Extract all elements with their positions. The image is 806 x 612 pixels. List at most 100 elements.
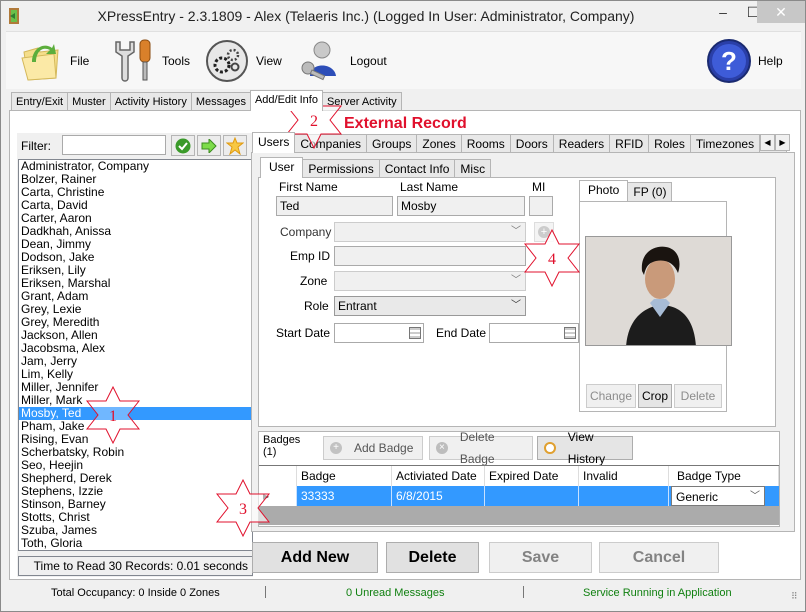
save-button[interactable]: Save [489, 542, 592, 573]
toolbar: File Tools View Logout ? Help [6, 31, 801, 89]
list-item[interactable]: Toth, Gloria [19, 537, 252, 550]
filter-input[interactable] [62, 135, 166, 155]
add-new-button[interactable]: Add New [252, 542, 378, 573]
badge-activated-date[interactable]: 6/8/2015 [392, 486, 485, 506]
logout-button[interactable]: Logout [298, 32, 387, 90]
badge-number[interactable]: 33333 [297, 486, 392, 506]
tab-user[interactable]: User [260, 157, 304, 178]
help-button[interactable]: ? Help [706, 32, 783, 90]
tab-scroll-left-button[interactable]: ◀ [760, 134, 775, 151]
apply-filter-button[interactable] [171, 135, 195, 156]
col-expired-date[interactable]: Expired Date [485, 466, 579, 486]
delete-button[interactable]: Delete [386, 542, 479, 573]
tab-messages[interactable]: Messages [190, 92, 251, 111]
grid-header: Badge Activiated Date Expired Date Inval… [259, 466, 779, 486]
unread-messages-status[interactable]: 0 Unread Messages [346, 587, 444, 599]
annotation-star-1: 1 [85, 386, 141, 444]
photo-tab-bar: Photo FP (0) [579, 180, 673, 201]
tab-roles[interactable]: Roles [648, 134, 691, 153]
tools-icon [115, 39, 151, 82]
delete-badge-button[interactable]: × Delete Badge [429, 430, 533, 466]
clear-star-icon [226, 136, 244, 155]
resize-grip-icon[interactable]: ⠿ [791, 591, 798, 602]
role-dropdown[interactable]: Entrant ﹀ [334, 296, 526, 316]
add-badge-button[interactable]: + Add Badge [323, 436, 423, 460]
start-date-picker[interactable] [334, 323, 424, 343]
col-badge-type[interactable]: Badge Type [669, 466, 779, 486]
chevron-down-icon: ﹀ [511, 300, 521, 311]
user-form: First Name Ted Last Name Mosby MI Compan… [258, 177, 776, 427]
tab-fingerprint[interactable]: FP (0) [627, 182, 673, 201]
tab-groups[interactable]: Groups [366, 134, 418, 153]
calendar-icon [409, 327, 421, 339]
col-activated-date[interactable]: Activiated Date [392, 466, 485, 486]
role-label: Role [304, 299, 329, 313]
tab-add-edit-info[interactable]: Add/Edit Info [249, 90, 323, 111]
photo-panel: Change Crop Delete [579, 201, 732, 412]
crop-photo-button[interactable]: Crop [638, 384, 672, 408]
clear-filter-button[interactable] [223, 135, 247, 156]
last-name-label: Last Name [400, 180, 459, 194]
delete-photo-button[interactable]: Delete [674, 384, 722, 408]
table-row[interactable]: ▸ 33333 6/8/2015 Generic ﹀ [259, 486, 779, 506]
check-icon [175, 138, 191, 153]
delete-badge-label: Delete Badge [459, 430, 495, 466]
view-menu-button[interactable]: View [204, 32, 282, 90]
minimize-button[interactable]: ‒ [707, 1, 739, 23]
tab-permissions[interactable]: Permissions [302, 159, 380, 178]
col-badge[interactable]: Badge [297, 466, 392, 486]
read-status: Time to Read 30 Records: 0.01 seconds [18, 556, 253, 576]
add-badge-label: Add Badge [354, 441, 414, 455]
col-invalid[interactable]: Invalid [579, 466, 669, 486]
first-name-field[interactable]: Ted [276, 196, 393, 216]
tab-zones[interactable]: Zones [416, 134, 462, 153]
badge-type-dropdown[interactable]: Generic ﹀ [671, 486, 765, 506]
next-button[interactable] [197, 135, 221, 156]
file-menu-button[interactable]: File [18, 32, 89, 90]
emp-id-field[interactable] [334, 246, 526, 266]
tab-users[interactable]: Users [252, 132, 296, 153]
tools-menu-button[interactable]: Tools [110, 32, 190, 90]
chevron-down-icon: ﹀ [511, 275, 521, 286]
occupancy-status: Total Occupancy: 0 Inside 0 Zones [51, 587, 220, 599]
zone-label: Zone [300, 274, 328, 288]
tab-photo[interactable]: Photo [579, 180, 629, 201]
cancel-button[interactable]: Cancel [599, 542, 719, 573]
tab-timezones[interactable]: Timezones [689, 134, 761, 153]
tab-misc[interactable]: Misc [454, 159, 492, 178]
change-photo-button[interactable]: Change [586, 384, 636, 408]
badge-invalid[interactable] [579, 486, 669, 506]
help-label: Help [758, 54, 783, 68]
tab-scroll-right-button[interactable]: ▶ [775, 134, 790, 151]
gears-icon [206, 40, 248, 82]
logout-label: Logout [350, 54, 387, 68]
user-key-icon [301, 41, 336, 81]
view-history-label: View History [567, 430, 606, 466]
tab-rooms[interactable]: Rooms [460, 134, 511, 153]
end-date-picker[interactable] [489, 323, 579, 343]
tab-readers[interactable]: Readers [552, 134, 611, 153]
tab-rfid[interactable]: RFID [609, 134, 650, 153]
view-history-button[interactable]: View History [537, 430, 633, 466]
zone-dropdown[interactable]: ﹀ [334, 271, 526, 291]
badge-expired-date[interactable] [485, 486, 579, 506]
company-label: Company [280, 225, 332, 239]
tools-label: Tools [162, 54, 191, 68]
tab-muster[interactable]: Muster [67, 92, 111, 111]
last-name-field[interactable]: Mosby [397, 196, 525, 216]
tab-doors[interactable]: Doors [509, 134, 554, 153]
emp-id-label: Emp ID [290, 249, 331, 263]
tab-activity-history[interactable]: Activity History [109, 92, 192, 111]
close-button[interactable]: ✕ [757, 1, 805, 23]
users-panel: User Permissions Contact Info Misc First… [251, 152, 795, 532]
company-dropdown[interactable]: ﹀ [334, 222, 526, 242]
svg-text:?: ? [721, 46, 737, 76]
status-separator [265, 586, 266, 598]
arrow-right-icon [201, 138, 217, 153]
tab-contact-info[interactable]: Contact Info [378, 159, 456, 178]
chevron-down-icon: ﹀ [511, 226, 521, 237]
service-status: Service Running in Application [583, 587, 732, 599]
mi-field[interactable] [529, 196, 553, 216]
tab-entry-exit[interactable]: Entry/Exit [11, 92, 69, 111]
user-photo [585, 236, 732, 346]
